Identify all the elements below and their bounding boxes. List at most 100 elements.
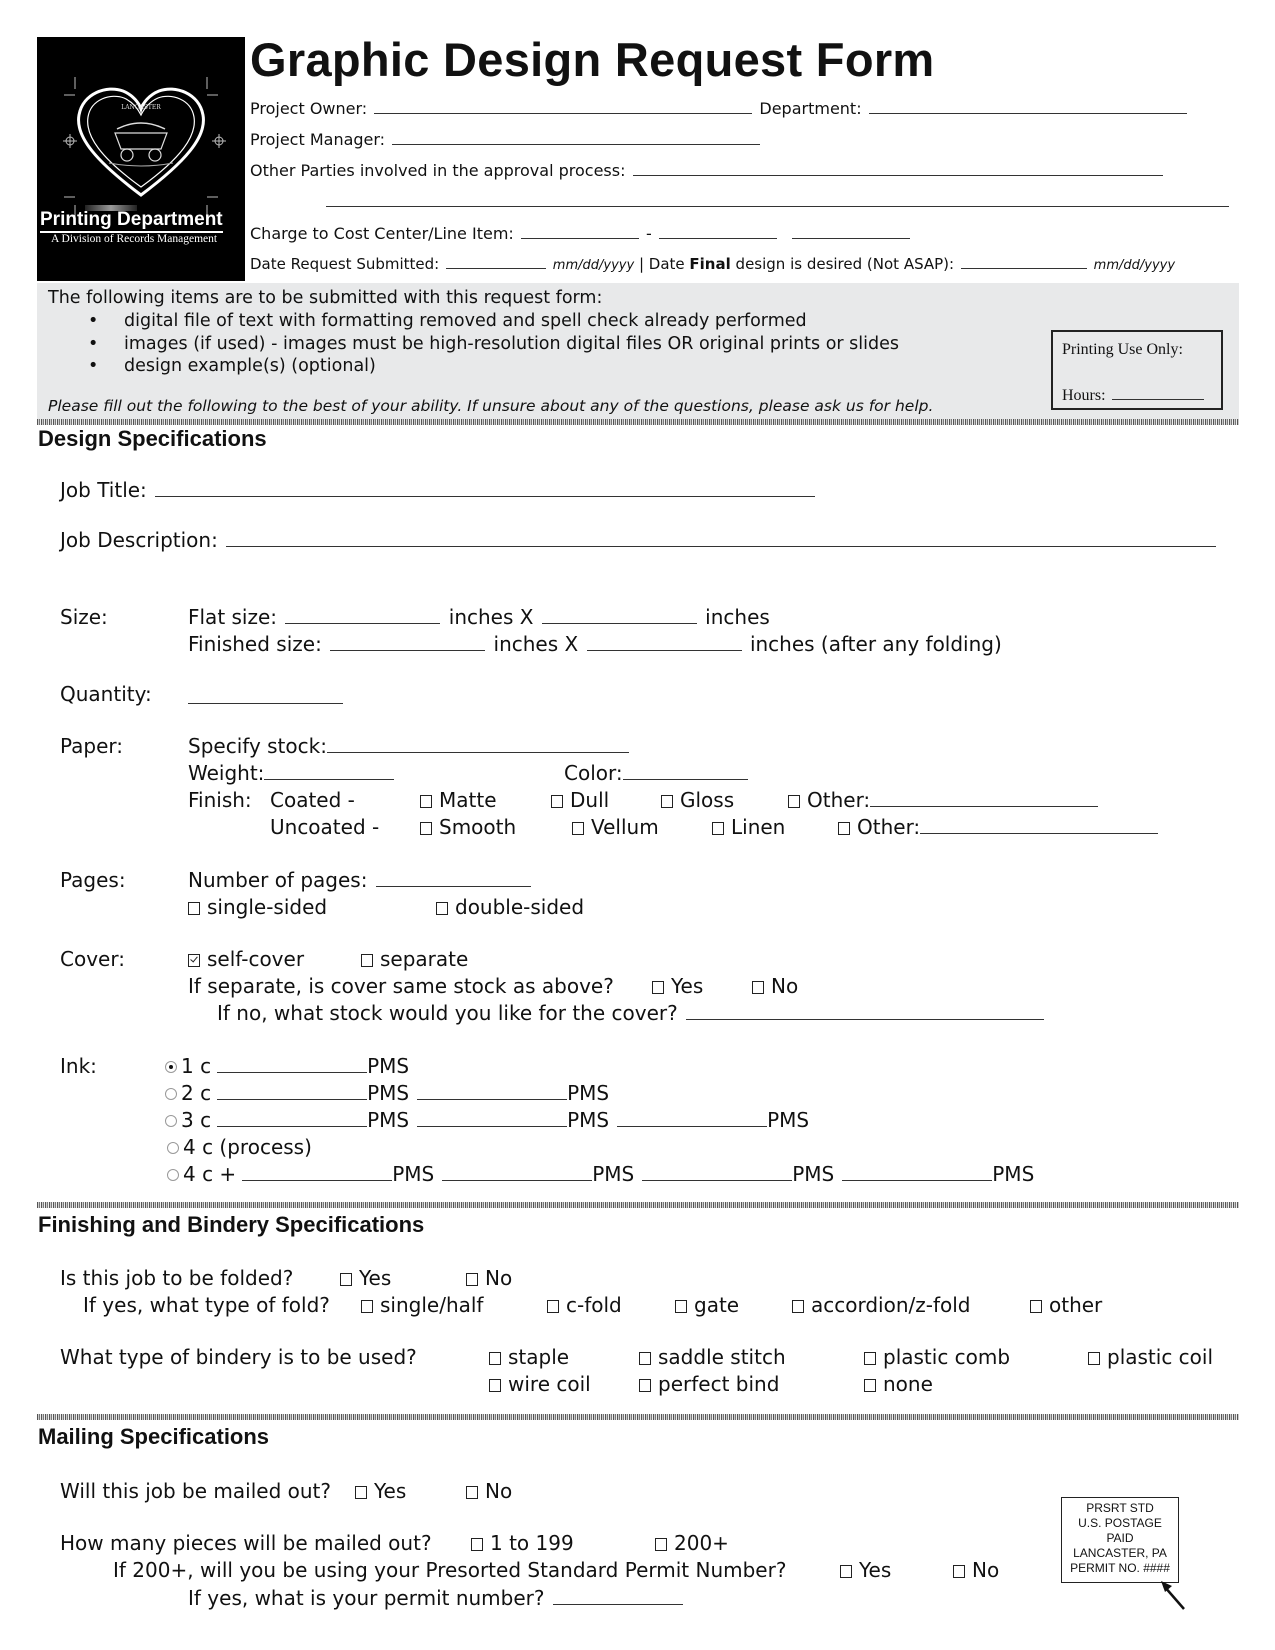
cover-same-yes[interactable]: Yes: [652, 974, 703, 998]
pms-color-field[interactable]: [642, 1162, 793, 1181]
checkbox-icon[interactable]: [652, 981, 664, 994]
coated-other-field[interactable]: [870, 788, 1099, 807]
finished-size-height-field[interactable]: [586, 632, 742, 651]
finish-uncoated-vellum[interactable]: Vellum: [572, 815, 659, 839]
cover-same-no[interactable]: No: [752, 974, 798, 998]
checkbox-icon[interactable]: [864, 1379, 876, 1392]
fold-accordion[interactable]: accordion/z-fold: [792, 1293, 971, 1317]
folded-no[interactable]: No: [466, 1266, 512, 1290]
specify-stock-field[interactable]: [326, 734, 629, 753]
finish-coated-other[interactable]: Other:: [788, 788, 1100, 812]
checkbox-icon[interactable]: [639, 1379, 651, 1392]
checkbox-icon[interactable]: [489, 1379, 501, 1392]
fold-single-half[interactable]: single/half: [361, 1293, 483, 1317]
permit-no[interactable]: No: [953, 1558, 999, 1582]
other-parties-field[interactable]: [632, 157, 1163, 176]
checkbox-icon[interactable]: [661, 795, 673, 808]
checkbox-icon[interactable]: [639, 1352, 651, 1365]
radio-selected-icon[interactable]: [165, 1061, 177, 1073]
job-title-field[interactable]: [155, 478, 816, 497]
other-parties-field-line2[interactable]: [326, 188, 1229, 207]
self-cover-option[interactable]: self-cover: [188, 947, 304, 971]
checkbox-icon[interactable]: [712, 822, 724, 835]
flat-size-height-field[interactable]: [541, 605, 697, 624]
fold-gate[interactable]: gate: [675, 1293, 739, 1317]
bindery-saddle-stitch[interactable]: saddle stitch: [639, 1345, 786, 1369]
fold-other[interactable]: other: [1030, 1293, 1102, 1317]
pms-color-field[interactable]: [417, 1108, 568, 1127]
cover-stock-field[interactable]: [686, 1001, 1045, 1020]
single-sided-option[interactable]: single-sided: [188, 895, 327, 919]
radio-icon[interactable]: [165, 1088, 177, 1100]
checkbox-icon[interactable]: [675, 1300, 687, 1313]
checkbox-icon[interactable]: [420, 795, 432, 808]
folded-yes[interactable]: Yes: [340, 1266, 391, 1290]
checked-checkbox-icon[interactable]: [188, 954, 200, 967]
pieces-200-plus[interactable]: 200+: [655, 1531, 729, 1555]
finish-coated-dull[interactable]: Dull: [551, 788, 609, 812]
checkbox-icon[interactable]: [1030, 1300, 1042, 1313]
date-final-field[interactable]: [960, 253, 1087, 269]
job-description-field[interactable]: [226, 528, 1217, 547]
checkbox-icon[interactable]: [361, 1300, 373, 1313]
checkbox-icon[interactable]: [466, 1273, 478, 1286]
checkbox-icon[interactable]: [188, 902, 200, 915]
pms-color-field[interactable]: [442, 1162, 593, 1181]
checkbox-icon[interactable]: [840, 1565, 852, 1578]
bindery-plastic-coil[interactable]: plastic coil: [1088, 1345, 1213, 1369]
fold-c-fold[interactable]: c-fold: [547, 1293, 622, 1317]
bindery-wire-coil[interactable]: wire coil: [489, 1372, 591, 1396]
double-sided-option[interactable]: double-sided: [436, 895, 584, 919]
bindery-plastic-comb[interactable]: plastic comb: [864, 1345, 1010, 1369]
date-submitted-field[interactable]: [446, 253, 546, 269]
radio-icon[interactable]: [165, 1115, 177, 1127]
checkbox-icon[interactable]: [466, 1486, 478, 1499]
hours-field[interactable]: [1111, 385, 1204, 400]
pms-color-field[interactable]: [217, 1054, 368, 1073]
finish-uncoated-linen[interactable]: Linen: [712, 815, 785, 839]
color-field[interactable]: [622, 761, 748, 780]
checkbox-icon[interactable]: [420, 822, 432, 835]
checkbox-icon[interactable]: [572, 822, 584, 835]
checkbox-icon[interactable]: [471, 1538, 483, 1551]
checkbox-icon[interactable]: [788, 795, 800, 808]
project-manager-field[interactable]: [392, 126, 761, 145]
weight-field[interactable]: [264, 761, 395, 780]
finished-size-width-field[interactable]: [330, 632, 486, 651]
checkbox-icon[interactable]: [489, 1352, 501, 1365]
flat-size-width-field[interactable]: [285, 605, 441, 624]
pms-color-field[interactable]: [242, 1162, 393, 1181]
radio-icon[interactable]: [167, 1142, 179, 1154]
mailed-yes[interactable]: Yes: [355, 1479, 406, 1503]
cost-center-field[interactable]: [520, 220, 639, 239]
pms-color-field[interactable]: [417, 1081, 568, 1100]
checkbox-icon[interactable]: [355, 1486, 367, 1499]
checkbox-icon[interactable]: [792, 1300, 804, 1313]
checkbox-icon[interactable]: [361, 954, 373, 967]
pieces-1-to-199[interactable]: 1 to 199: [471, 1531, 574, 1555]
finish-uncoated-smooth[interactable]: Smooth: [420, 815, 516, 839]
checkbox-icon[interactable]: [953, 1565, 965, 1578]
line-item-extra-field[interactable]: [791, 220, 910, 239]
department-field[interactable]: [868, 95, 1187, 114]
checkbox-icon[interactable]: [436, 902, 448, 915]
bindery-staple[interactable]: staple: [489, 1345, 569, 1369]
checkbox-icon[interactable]: [838, 822, 850, 835]
uncoated-other-field[interactable]: [920, 815, 1159, 834]
checkbox-icon[interactable]: [655, 1538, 667, 1551]
pms-color-field[interactable]: [217, 1108, 368, 1127]
separate-cover-option[interactable]: separate: [361, 947, 468, 971]
pms-color-field[interactable]: [617, 1108, 768, 1127]
number-of-pages-field[interactable]: [375, 868, 531, 887]
bindery-none[interactable]: none: [864, 1372, 933, 1396]
finish-coated-matte[interactable]: Matte: [420, 788, 497, 812]
pms-color-field[interactable]: [842, 1162, 993, 1181]
checkbox-icon[interactable]: [864, 1352, 876, 1365]
checkbox-icon[interactable]: [340, 1273, 352, 1286]
checkbox-icon[interactable]: [1088, 1352, 1100, 1365]
pms-color-field[interactable]: [217, 1081, 368, 1100]
finish-coated-gloss[interactable]: Gloss: [661, 788, 734, 812]
permit-yes[interactable]: Yes: [840, 1558, 891, 1582]
line-item-field[interactable]: [658, 220, 777, 239]
radio-icon[interactable]: [167, 1169, 179, 1181]
